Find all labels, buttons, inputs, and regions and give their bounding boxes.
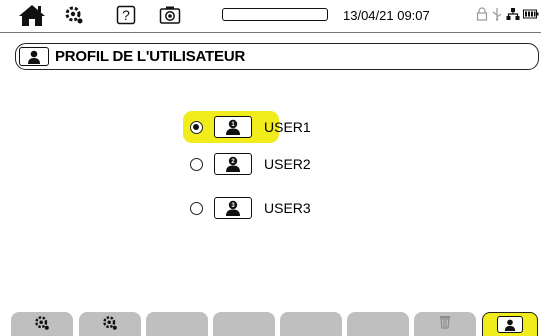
- svg-text:?: ?: [122, 7, 130, 23]
- user1-badge: 1: [214, 116, 252, 138]
- status-icons: [476, 7, 539, 21]
- softkey-6[interactable]: [347, 312, 409, 336]
- help-icon: ?: [116, 5, 136, 25]
- softkey-4[interactable]: [213, 312, 275, 336]
- user-option-2[interactable]: 2 USER2: [183, 148, 311, 180]
- network-icon: [506, 8, 520, 20]
- settings-gear-icon: [35, 316, 49, 330]
- user-profile-icon: 2: [226, 156, 240, 172]
- camera-icon: [159, 6, 181, 24]
- settings-gear-icon: [65, 6, 83, 24]
- radio-user2[interactable]: [190, 157, 203, 171]
- radio-user3[interactable]: [190, 201, 203, 215]
- softkey-8-user-profile[interactable]: [482, 312, 538, 336]
- softkey-3[interactable]: [146, 312, 208, 336]
- datetime: 13/04/21 09:07: [343, 8, 430, 23]
- usb-icon: [492, 8, 502, 21]
- user2-badge: 2: [214, 153, 252, 175]
- user-option-3[interactable]: 3 USER3: [183, 192, 311, 224]
- user2-label: USER2: [264, 156, 311, 172]
- user-option-1[interactable]: 1 USER1: [183, 111, 311, 143]
- softkey-bar: [0, 312, 541, 336]
- settings-button[interactable]: [60, 3, 88, 27]
- settings-gear-icon: [103, 316, 117, 330]
- help-button[interactable]: ?: [114, 3, 138, 27]
- home-button[interactable]: [15, 3, 49, 27]
- radio-user1[interactable]: [190, 120, 203, 134]
- softkey-2-settings[interactable]: [79, 312, 141, 336]
- user-profile-icon: [28, 50, 40, 64]
- softkey-7-delete[interactable]: [414, 312, 476, 336]
- user-profile-icon: [504, 319, 516, 331]
- user3-label: USER3: [264, 200, 311, 216]
- header-user-badge: [19, 47, 49, 66]
- softkey-1-settings[interactable]: [11, 312, 73, 336]
- page-header: PROFIL DE L'UTILISATEUR: [15, 43, 539, 70]
- home-icon: [19, 5, 45, 26]
- screenshot-button[interactable]: [157, 3, 183, 27]
- progress-bar: [222, 8, 328, 21]
- user-profile-icon: 1: [226, 119, 240, 135]
- user3-badge: 3: [214, 197, 252, 219]
- lock-icon: [476, 7, 488, 21]
- page-title: PROFIL DE L'UTILISATEUR: [55, 48, 246, 65]
- softkey-5[interactable]: [280, 312, 342, 336]
- user-profile-icon: 3: [226, 200, 240, 216]
- trash-icon: [440, 316, 450, 329]
- top-bar: ? 13/04/21 09:07: [0, 0, 541, 33]
- softkey-user-badge: [497, 316, 523, 333]
- user1-label: USER1: [264, 119, 311, 135]
- battery-icon: [523, 9, 539, 19]
